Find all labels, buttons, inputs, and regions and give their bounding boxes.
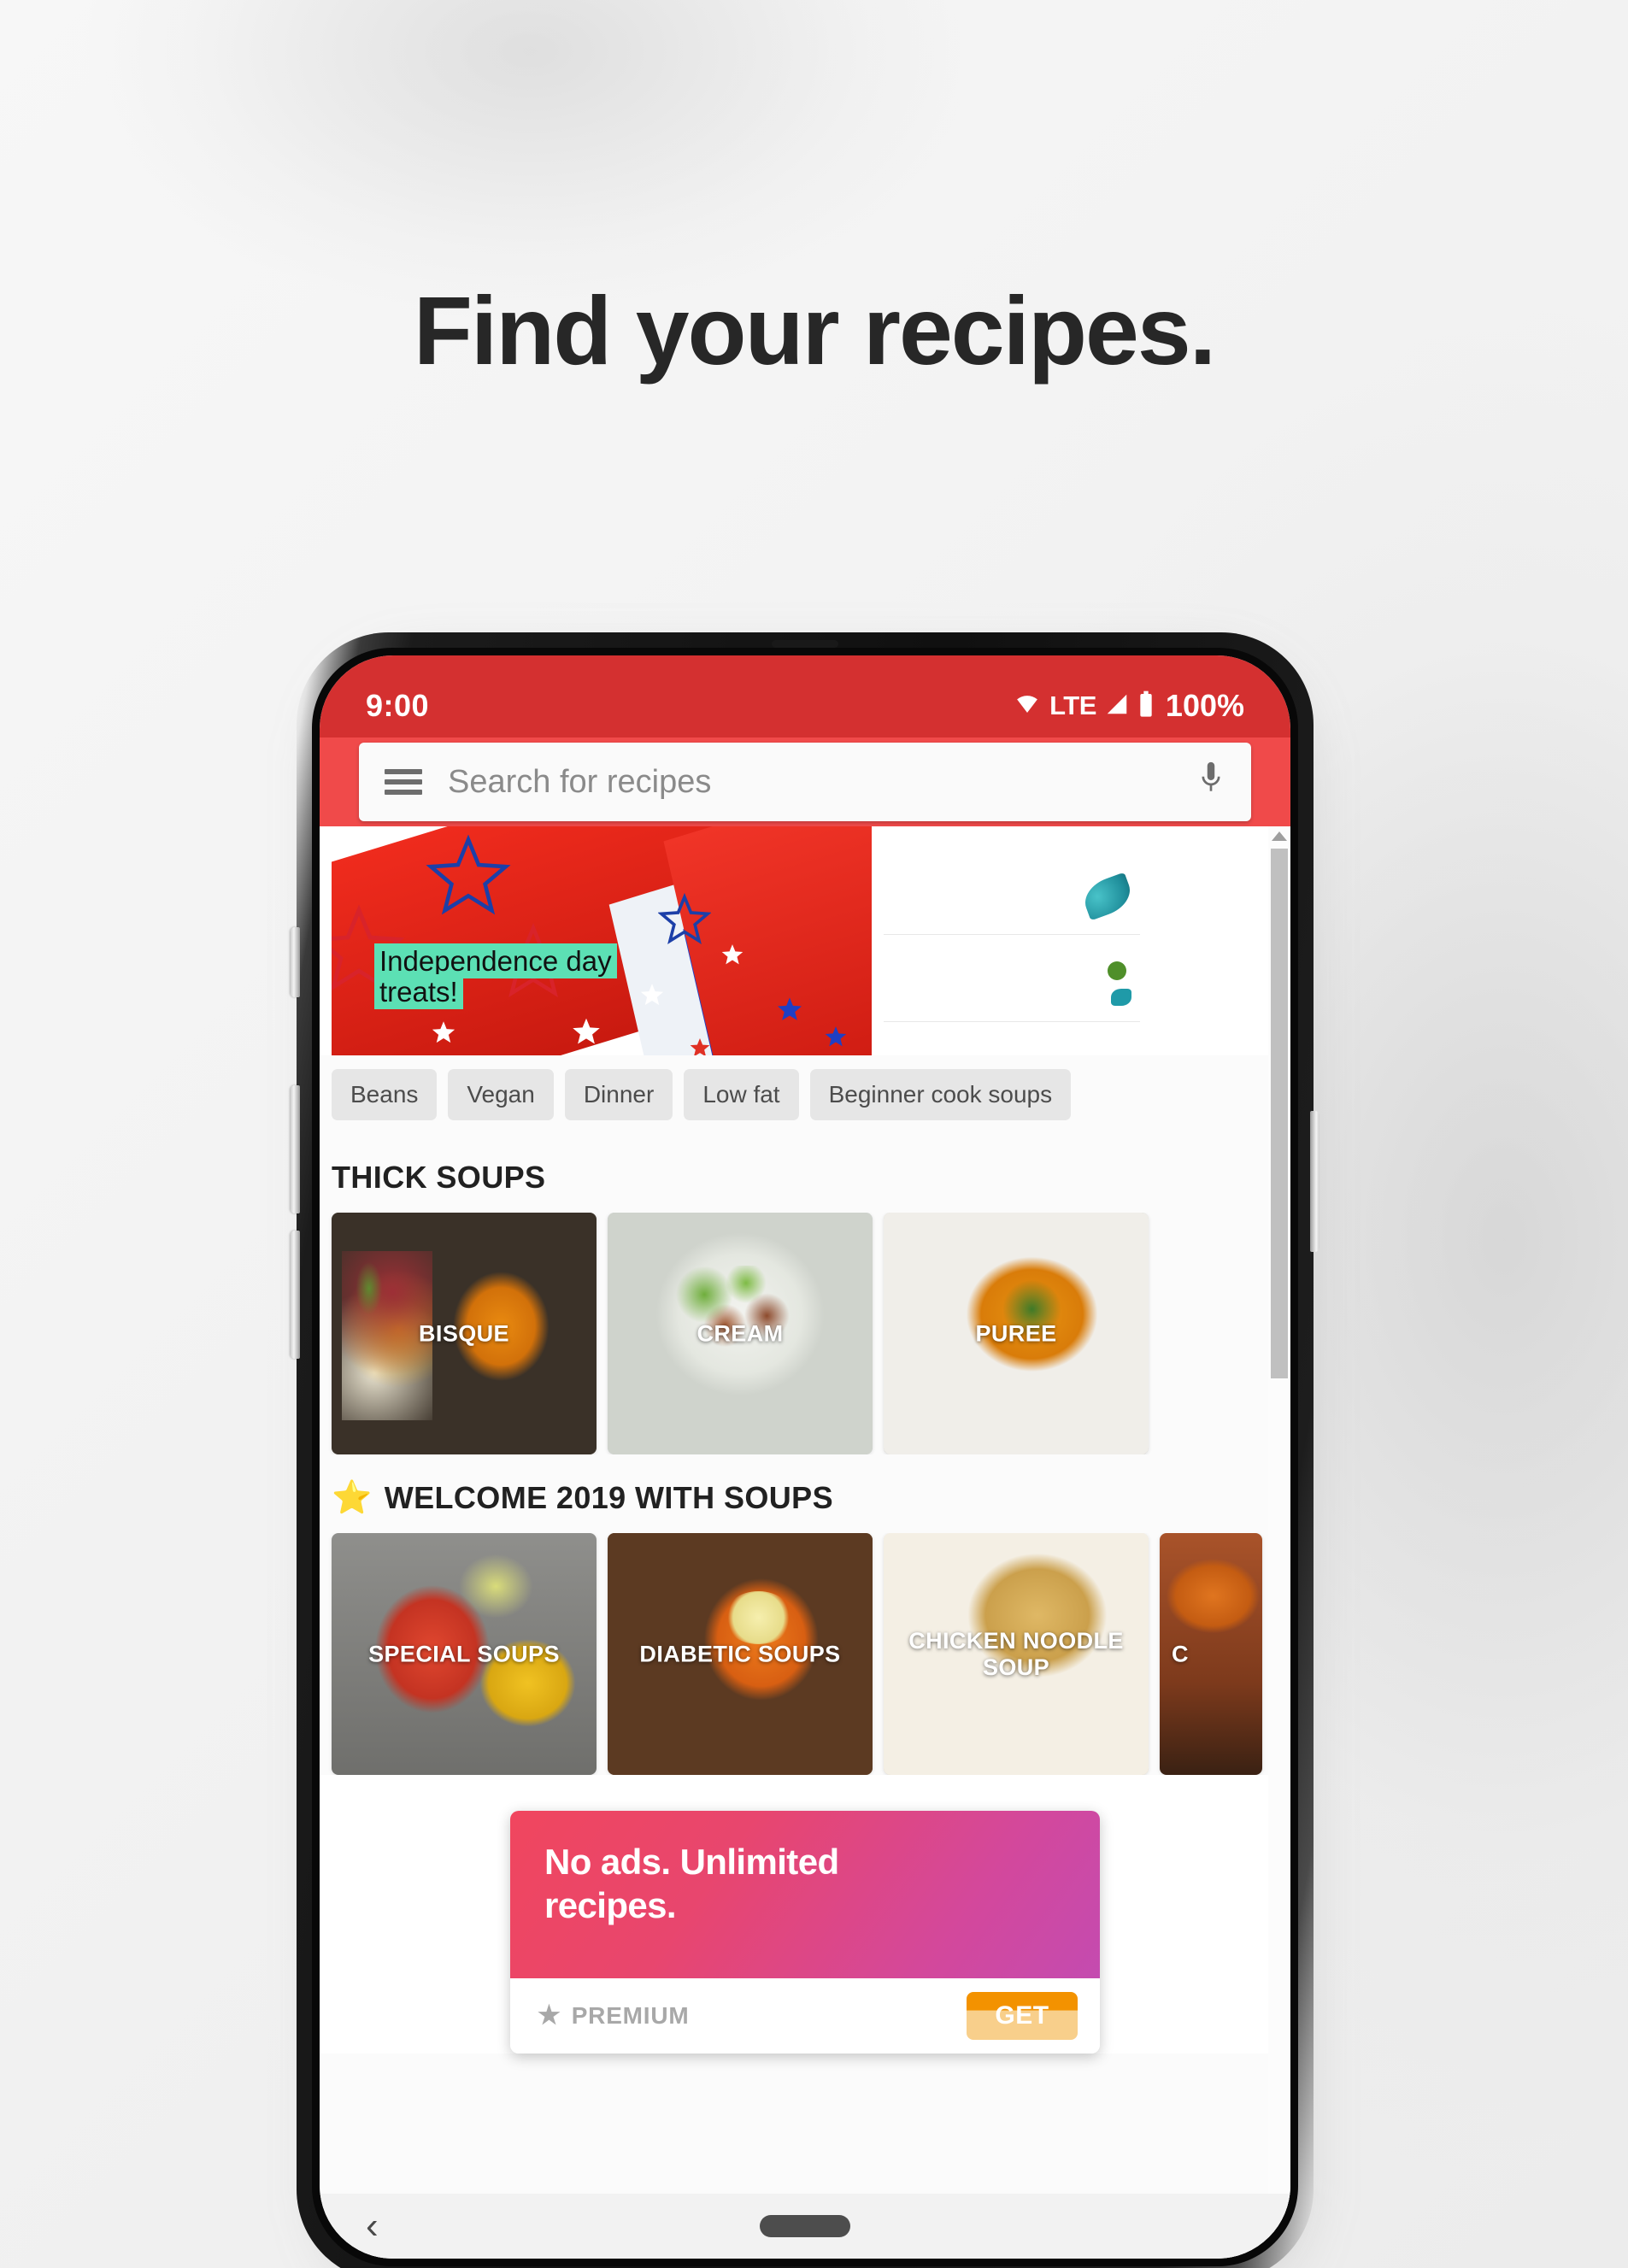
section-title: WELCOME 2019 WITH SOUPS xyxy=(384,1480,833,1515)
recipe-card-special-soups[interactable]: SPECIAL SOUPS xyxy=(332,1533,597,1775)
decorative-star-red-filled xyxy=(690,1037,710,1055)
decorative-star-white-2 xyxy=(640,984,664,1006)
section-title: THICK SOUPS xyxy=(332,1160,546,1195)
vertical-scrollbar[interactable] xyxy=(1268,826,1290,2259)
app-content-scroll: Independence day treats! Beans Vegan Din… xyxy=(320,826,1290,2259)
filter-chip-beginner-cook-soups[interactable]: Beginner cook soups xyxy=(809,1069,1072,1120)
section-header-welcome-2019: ⭐ WELCOME 2019 WITH SOUPS xyxy=(320,1454,1290,1533)
back-chevron-icon[interactable]: ‹ xyxy=(366,2207,379,2245)
decorative-star-white-3 xyxy=(573,1018,600,1044)
premium-badge: ★ PREMIUM xyxy=(538,2002,690,2030)
star-icon: ⭐ xyxy=(332,1480,373,1516)
search-bar[interactable] xyxy=(359,743,1251,821)
recipe-card-label: C xyxy=(1172,1640,1189,1666)
status-bar-battery-percent: 100% xyxy=(1165,688,1244,723)
banner-slide-next[interactable] xyxy=(884,826,1140,1055)
banner-carousel[interactable]: Independence day treats! xyxy=(320,826,1290,1055)
recipe-card-puree[interactable]: PUREE xyxy=(884,1213,1149,1454)
card-row-thick-soups[interactable]: BISQUE CREAM PUREE xyxy=(320,1213,1290,1454)
card-row-welcome-2019[interactable]: SPECIAL SOUPS DIABETIC SOUPS CHICKEN NOO… xyxy=(320,1533,1290,1775)
promo-hero: No ads. Unlimited recipes. xyxy=(510,1811,1100,1978)
system-navigation-bar: ‹ xyxy=(320,2194,1290,2259)
microphone-icon[interactable] xyxy=(1196,760,1225,805)
recipe-card-label: CREAM xyxy=(696,1319,784,1346)
filter-chip-row[interactable]: Beans Vegan Dinner Low fat Beginner cook… xyxy=(320,1055,1290,1134)
recipe-card-label: SPECIAL SOUPS xyxy=(368,1640,560,1666)
phone-outer-frame: 9:00 LTE 100% Search for recipes Indepen… xyxy=(291,632,1319,2268)
recipe-card-label: DIABETIC SOUPS xyxy=(639,1640,841,1666)
recipe-card-bisque[interactable]: BISQUE xyxy=(332,1213,597,1454)
search-header xyxy=(320,737,1290,826)
decorative-star-blue-filled-2 xyxy=(825,1026,847,1047)
recipe-card-label: PUREE xyxy=(975,1319,1057,1346)
banner-next-artwork xyxy=(884,826,1140,1055)
premium-promo-card[interactable]: No ads. Unlimited recipes. ★ PREMIUM GET xyxy=(510,1811,1100,2054)
phone-screen: 9:00 LTE 100% Search for recipes Indepen… xyxy=(320,655,1290,2259)
decorative-teal-leaf-icon xyxy=(1078,872,1137,921)
filter-chip-dinner[interactable]: Dinner xyxy=(564,1069,673,1120)
status-bar-time: 9:00 xyxy=(366,688,430,723)
filter-chip-low-fat[interactable]: Low fat xyxy=(684,1069,799,1120)
status-bar: 9:00 LTE 100% xyxy=(320,655,1290,737)
signal-icon xyxy=(1104,691,1130,721)
promo-title: No ads. Unlimited recipes. xyxy=(544,1842,839,1926)
filter-chip-vegan[interactable]: Vegan xyxy=(448,1069,554,1120)
phone-device: 9:00 LTE 100% Search for recipes Indepen… xyxy=(291,632,1322,2268)
banner-caption-text: Independence day treats! xyxy=(374,943,617,1010)
recipe-card-label: CHICKEN NOODLE SOUP xyxy=(908,1627,1124,1680)
phone-button-power[interactable] xyxy=(1310,1111,1319,1252)
home-pill-indicator[interactable] xyxy=(760,2215,850,2237)
scroll-up-arrow-icon[interactable] xyxy=(1272,831,1287,841)
banner-flag-artwork xyxy=(332,826,872,1055)
filter-chip-beans[interactable]: Beans xyxy=(332,1069,438,1120)
status-bar-network: LTE xyxy=(1049,690,1096,720)
phone-button-silent[interactable] xyxy=(291,927,300,997)
search-input[interactable] xyxy=(448,763,1171,801)
premium-star-icon: ★ xyxy=(538,2001,561,2030)
banner-caption: Independence day treats! xyxy=(374,943,639,1010)
scrollbar-thumb[interactable] xyxy=(1271,849,1288,1378)
decorative-star-blue-large xyxy=(426,834,511,915)
phone-button-volume-up[interactable] xyxy=(291,1085,300,1213)
promo-area: No ads. Unlimited recipes. ★ PREMIUM GET xyxy=(320,1775,1290,2054)
decorative-star-blue-filled-1 xyxy=(778,997,802,1020)
recipe-card-chicken-noodle-soup[interactable]: CHICKEN NOODLE SOUP xyxy=(884,1533,1149,1775)
recipe-card-label: BISQUE xyxy=(419,1319,509,1346)
decorative-star-white-4 xyxy=(432,1021,455,1043)
premium-label: PREMIUM xyxy=(571,2002,690,2029)
decorative-star-white-1 xyxy=(721,944,743,965)
section-header-thick-soups: THICK SOUPS xyxy=(320,1134,1290,1213)
decorative-star-blue-small xyxy=(658,893,711,944)
get-button[interactable]: GET xyxy=(967,1992,1078,2040)
recipe-card-partial[interactable]: C xyxy=(1160,1533,1262,1775)
page-headline: Find your recipes. xyxy=(413,277,1216,385)
phone-button-volume-down[interactable] xyxy=(291,1231,300,1359)
phone-earpiece-speaker xyxy=(772,640,838,648)
recipe-card-diabetic-soups[interactable]: DIABETIC SOUPS xyxy=(608,1533,873,1775)
promo-footer: ★ PREMIUM GET xyxy=(510,1978,1100,2054)
wifi-icon xyxy=(1013,691,1042,721)
banner-slide-independence-day[interactable]: Independence day treats! xyxy=(332,826,872,1055)
recipe-card-cream[interactable]: CREAM xyxy=(608,1213,873,1454)
battery-icon xyxy=(1137,690,1155,722)
hamburger-menu-icon[interactable] xyxy=(385,769,422,795)
